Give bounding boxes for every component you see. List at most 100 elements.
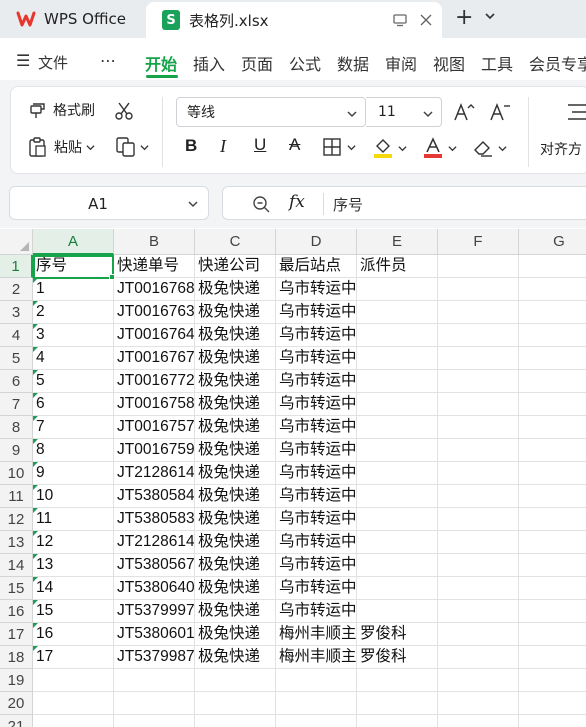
- cell-A14[interactable]: 13: [33, 554, 114, 577]
- cell-D3[interactable]: 乌市转运中: [276, 301, 357, 324]
- cell-F12[interactable]: [438, 508, 519, 531]
- cell-B14[interactable]: JT5380567: [114, 554, 195, 577]
- row-header[interactable]: 21: [0, 715, 33, 727]
- cell-C21[interactable]: [195, 715, 276, 727]
- row-header[interactable]: 13: [0, 531, 33, 554]
- cell-G14[interactable]: [519, 554, 586, 577]
- cell-E18[interactable]: 罗俊科: [357, 646, 438, 669]
- cell-A6[interactable]: 5: [33, 370, 114, 393]
- row-header[interactable]: 10: [0, 462, 33, 485]
- cell-F15[interactable]: [438, 577, 519, 600]
- cell-E11[interactable]: [357, 485, 438, 508]
- column-header[interactable]: G: [519, 229, 586, 255]
- cell-F4[interactable]: [438, 324, 519, 347]
- increase-font-icon[interactable]: [453, 101, 475, 123]
- cell-D20[interactable]: [276, 692, 357, 715]
- cell-G11[interactable]: [519, 485, 586, 508]
- row-header[interactable]: 12: [0, 508, 33, 531]
- select-all-corner[interactable]: [0, 229, 33, 255]
- scissors-icon[interactable]: [114, 101, 134, 121]
- cell-B5[interactable]: JT0016767: [114, 347, 195, 370]
- cell-F18[interactable]: [438, 646, 519, 669]
- cell-D7[interactable]: 乌市转运中: [276, 393, 357, 416]
- cell-B17[interactable]: JT5380601: [114, 623, 195, 646]
- paste-button[interactable]: 粘贴: [28, 136, 95, 158]
- column-header[interactable]: E: [357, 229, 438, 255]
- cell-C16[interactable]: 极兔快递: [195, 600, 276, 623]
- cell-G17[interactable]: [519, 623, 586, 646]
- cell-B19[interactable]: [114, 669, 195, 692]
- cell-D1[interactable]: 最后站点: [276, 255, 357, 278]
- cell-G19[interactable]: [519, 669, 586, 692]
- menu-file[interactable]: 文件: [38, 52, 68, 73]
- new-tab-button[interactable]: +: [455, 7, 473, 29]
- cell-A13[interactable]: 12: [33, 531, 114, 554]
- menu-data[interactable]: 数据: [337, 51, 369, 75]
- cell-F3[interactable]: [438, 301, 519, 324]
- cell-G15[interactable]: [519, 577, 586, 600]
- tab-wps-home[interactable]: WPS Office: [0, 0, 140, 38]
- cell-F2[interactable]: [438, 278, 519, 301]
- fill-handle[interactable]: [109, 274, 115, 280]
- menu-member[interactable]: 会员专享: [529, 51, 586, 75]
- cell-B10[interactable]: JT2128614: [114, 462, 195, 485]
- cell-F19[interactable]: [438, 669, 519, 692]
- menu-tools[interactable]: 工具: [481, 51, 513, 75]
- cell-E14[interactable]: [357, 554, 438, 577]
- cell-B15[interactable]: JT5380640: [114, 577, 195, 600]
- cell-G21[interactable]: [519, 715, 586, 727]
- cell-A9[interactable]: 8: [33, 439, 114, 462]
- borders-button[interactable]: [322, 137, 356, 157]
- hamburger-icon[interactable]: ☰: [16, 51, 30, 70]
- cell-E12[interactable]: [357, 508, 438, 531]
- font-name-select[interactable]: 等线: [176, 97, 366, 127]
- cell-D21[interactable]: [276, 715, 357, 727]
- underline-button[interactable]: U: [254, 135, 266, 155]
- cell-E4[interactable]: [357, 324, 438, 347]
- cell-F11[interactable]: [438, 485, 519, 508]
- cell-G4[interactable]: [519, 324, 586, 347]
- fill-color-button[interactable]: [372, 137, 407, 159]
- cell-B12[interactable]: JT5380583: [114, 508, 195, 531]
- cell-D13[interactable]: 乌市转运中: [276, 531, 357, 554]
- cell-A10[interactable]: 9: [33, 462, 114, 485]
- cell-F9[interactable]: [438, 439, 519, 462]
- row-header[interactable]: 20: [0, 692, 33, 715]
- cell-A16[interactable]: 15: [33, 600, 114, 623]
- row-header[interactable]: 11: [0, 485, 33, 508]
- cell-F14[interactable]: [438, 554, 519, 577]
- cell-B21[interactable]: [114, 715, 195, 727]
- column-header[interactable]: B: [114, 229, 195, 255]
- cell-A20[interactable]: [33, 692, 114, 715]
- cell-E15[interactable]: [357, 577, 438, 600]
- cell-A7[interactable]: 6: [33, 393, 114, 416]
- spreadsheet-grid[interactable]: A B C D E F G 1 序号 快递单号 快递公司 最后站点 派件员 2 1 JT0016768 极兔快递…: [0, 229, 586, 727]
- row-header[interactable]: 17: [0, 623, 33, 646]
- cell-B9[interactable]: JT0016759: [114, 439, 195, 462]
- cell-B7[interactable]: JT0016758: [114, 393, 195, 416]
- cell-E13[interactable]: [357, 531, 438, 554]
- cell-C4[interactable]: 极兔快递: [195, 324, 276, 347]
- cell-G9[interactable]: [519, 439, 586, 462]
- cell-A2[interactable]: 1: [33, 278, 114, 301]
- cell-D16[interactable]: 乌市转运中: [276, 600, 357, 623]
- cell-E7[interactable]: [357, 393, 438, 416]
- cell-B3[interactable]: JT0016763: [114, 301, 195, 324]
- cell-C11[interactable]: 极兔快递: [195, 485, 276, 508]
- cell-D11[interactable]: 乌市转运中: [276, 485, 357, 508]
- cell-A1[interactable]: 序号: [33, 255, 114, 278]
- chevron-down-icon[interactable]: [484, 10, 496, 22]
- cell-D8[interactable]: 乌市转运中: [276, 416, 357, 439]
- column-header[interactable]: F: [438, 229, 519, 255]
- column-header[interactable]: D: [276, 229, 357, 255]
- fx-icon[interactable]: fx: [289, 192, 305, 212]
- cell-D19[interactable]: [276, 669, 357, 692]
- font-color-button[interactable]: [422, 137, 457, 159]
- cell-G1[interactable]: [519, 255, 586, 278]
- cell-C8[interactable]: 极兔快递: [195, 416, 276, 439]
- cell-B1[interactable]: 快递单号: [114, 255, 195, 278]
- cell-F5[interactable]: [438, 347, 519, 370]
- cell-D18[interactable]: 梅州丰顺主: [276, 646, 357, 669]
- cell-D10[interactable]: 乌市转运中: [276, 462, 357, 485]
- cell-G3[interactable]: [519, 301, 586, 324]
